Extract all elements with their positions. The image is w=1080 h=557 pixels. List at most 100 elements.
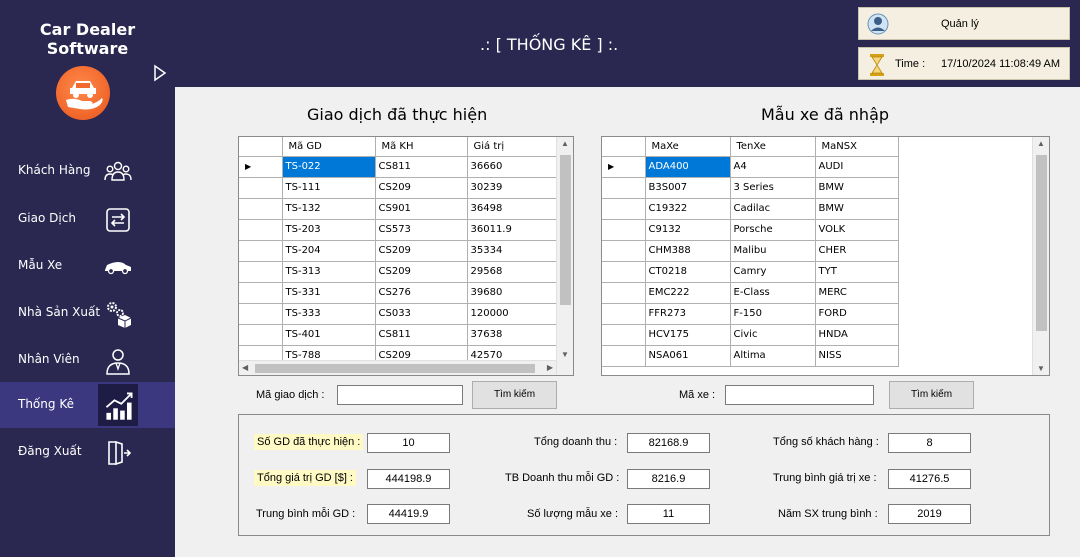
table-row[interactable]: NSA061 Altima NISS	[602, 345, 899, 367]
table-cell[interactable]: ADA400	[645, 156, 731, 178]
table-cell[interactable]: CS901	[375, 198, 468, 220]
table-row[interactable]: C9132 Porsche VOLK	[602, 219, 899, 241]
table-cell[interactable]: CS811	[375, 156, 468, 178]
row-header[interactable]	[602, 261, 646, 283]
row-header[interactable]	[239, 240, 283, 262]
table-row[interactable]: TS-313 CS209 29568	[239, 261, 560, 283]
table-row[interactable]: FFR273 F-150 FORD	[602, 303, 899, 325]
table-cell[interactable]: CHER	[815, 240, 899, 262]
table-cell[interactable]: TYT	[815, 261, 899, 283]
table-row[interactable]: ▶ ADA400 A4 AUDI	[602, 156, 899, 178]
table-row[interactable]: TS-331 CS276 39680	[239, 282, 560, 304]
table-cell[interactable]: 36498	[467, 198, 560, 220]
table-cell[interactable]: 36011.9	[467, 219, 560, 241]
models-grid[interactable]: MaXe TenXe MaNSX ▶ ADA400 A4 AUDI B3S007 3 Se…	[601, 136, 1050, 376]
table-row[interactable]: EMC222 E-Class MERC	[602, 282, 899, 304]
table-row[interactable]: TS-132 CS901 36498	[239, 198, 560, 220]
row-header[interactable]	[239, 219, 283, 241]
row-header[interactable]	[239, 177, 283, 199]
model-search-input[interactable]	[725, 385, 874, 405]
table-row[interactable]: TS-111 CS209 30239	[239, 177, 560, 199]
transaction-search-input[interactable]	[337, 385, 463, 405]
row-header[interactable]	[602, 303, 646, 325]
table-cell[interactable]: TS-203	[282, 219, 376, 241]
row-header[interactable]	[239, 324, 283, 346]
table-cell[interactable]: HCV175	[645, 324, 731, 346]
table-cell[interactable]: EMC222	[645, 282, 731, 304]
scroll-up-icon[interactable]: ▲	[1037, 139, 1045, 148]
row-header[interactable]	[602, 345, 646, 367]
table-cell[interactable]: TS-401	[282, 324, 376, 346]
row-header[interactable]	[602, 198, 646, 220]
table-cell[interactable]: 37638	[467, 324, 560, 346]
table-row[interactable]: C19322 Cadilac BMW	[602, 198, 899, 220]
transaction-search-button[interactable]: Tìm kiếm	[472, 381, 557, 409]
model-search-button[interactable]: Tìm kiếm	[889, 381, 974, 409]
sidebar-item-giao-dich[interactable]: Giao Dịch	[0, 196, 175, 242]
table-cell[interactable]: TS-333	[282, 303, 376, 325]
table-cell[interactable]: AUDI	[815, 156, 899, 178]
table-cell[interactable]: CS209	[375, 240, 468, 262]
table-cell[interactable]: TS-313	[282, 261, 376, 283]
table-cell[interactable]: C19322	[645, 198, 731, 220]
column-header-tenxe[interactable]: TenXe	[730, 137, 816, 157]
scroll-up-icon[interactable]: ▲	[561, 139, 569, 148]
table-cell[interactable]: NISS	[815, 345, 899, 367]
sidebar-item-khach-hang[interactable]: Khách Hàng	[0, 148, 175, 194]
scrollbar-thumb[interactable]	[255, 364, 535, 373]
sidebar-item-nhan-vien[interactable]: Nhân Viên	[0, 337, 175, 383]
table-cell[interactable]: A4	[730, 156, 816, 178]
sidebar-item-mau-xe[interactable]: Mẫu Xe	[0, 243, 175, 289]
table-cell[interactable]: HNDA	[815, 324, 899, 346]
table-cell[interactable]: 29568	[467, 261, 560, 283]
row-header[interactable]	[602, 240, 646, 262]
column-header-ma-gd[interactable]: Mã GD	[282, 137, 376, 157]
row-header[interactable]	[239, 282, 283, 304]
row-header[interactable]	[239, 261, 283, 283]
table-cell[interactable]: Altima	[730, 345, 816, 367]
table-cell[interactable]: Cadilac	[730, 198, 816, 220]
row-header[interactable]	[602, 177, 646, 199]
table-cell[interactable]: CS033	[375, 303, 468, 325]
sidebar-item-dang-xuat[interactable]: Đăng Xuất	[0, 429, 175, 475]
table-cell[interactable]: 36660	[467, 156, 560, 178]
column-header-mansx[interactable]: MaNSX	[815, 137, 899, 157]
table-cell[interactable]: CS276	[375, 282, 468, 304]
table-cell[interactable]: 3 Series	[730, 177, 816, 199]
row-header[interactable]	[602, 219, 646, 241]
table-cell[interactable]: CS811	[375, 324, 468, 346]
table-cell[interactable]: VOLK	[815, 219, 899, 241]
scroll-left-icon[interactable]: ◀	[242, 363, 248, 372]
scroll-down-icon[interactable]: ▼	[561, 350, 569, 359]
table-cell[interactable]: B3S007	[645, 177, 731, 199]
table-cell[interactable]: TS-132	[282, 198, 376, 220]
table-cell[interactable]: CHM388	[645, 240, 731, 262]
table-cell[interactable]: NSA061	[645, 345, 731, 367]
scrollbar-thumb[interactable]	[1036, 155, 1047, 331]
table-cell[interactable]: CS209	[375, 261, 468, 283]
table-cell[interactable]: E-Class	[730, 282, 816, 304]
table-cell[interactable]: FFR273	[645, 303, 731, 325]
scroll-down-icon[interactable]: ▼	[1037, 364, 1045, 373]
table-row[interactable]: CHM388 Malibu CHER	[602, 240, 899, 262]
transactions-grid[interactable]: Mã GD Mã KH Giá trị ▶ TS-022 CS811 36660 TS-…	[238, 136, 574, 376]
table-cell[interactable]: Camry	[730, 261, 816, 283]
table-cell[interactable]: TS-331	[282, 282, 376, 304]
table-row[interactable]: TS-333 CS033 120000	[239, 303, 560, 325]
table-cell[interactable]: 39680	[467, 282, 560, 304]
row-header[interactable]	[239, 303, 283, 325]
table-cell[interactable]: C9132	[645, 219, 731, 241]
row-header[interactable]: ▶	[239, 156, 283, 178]
vertical-scrollbar[interactable]: ▲ ▼	[1032, 137, 1049, 375]
table-cell[interactable]: TS-204	[282, 240, 376, 262]
row-header[interactable]	[602, 324, 646, 346]
table-row[interactable]: CT0218 Camry TYT	[602, 261, 899, 283]
column-header-ma-kh[interactable]: Mã KH	[375, 137, 468, 157]
table-row[interactable]: TS-203 CS573 36011.9	[239, 219, 560, 241]
table-cell[interactable]: Civic	[730, 324, 816, 346]
table-cell[interactable]: BMW	[815, 177, 899, 199]
horizontal-scrollbar[interactable]: ◀ ▶	[239, 360, 556, 375]
table-cell[interactable]: Malibu	[730, 240, 816, 262]
table-row[interactable]: ▶ TS-022 CS811 36660	[239, 156, 560, 178]
scroll-right-icon[interactable]: ▶	[547, 363, 553, 372]
